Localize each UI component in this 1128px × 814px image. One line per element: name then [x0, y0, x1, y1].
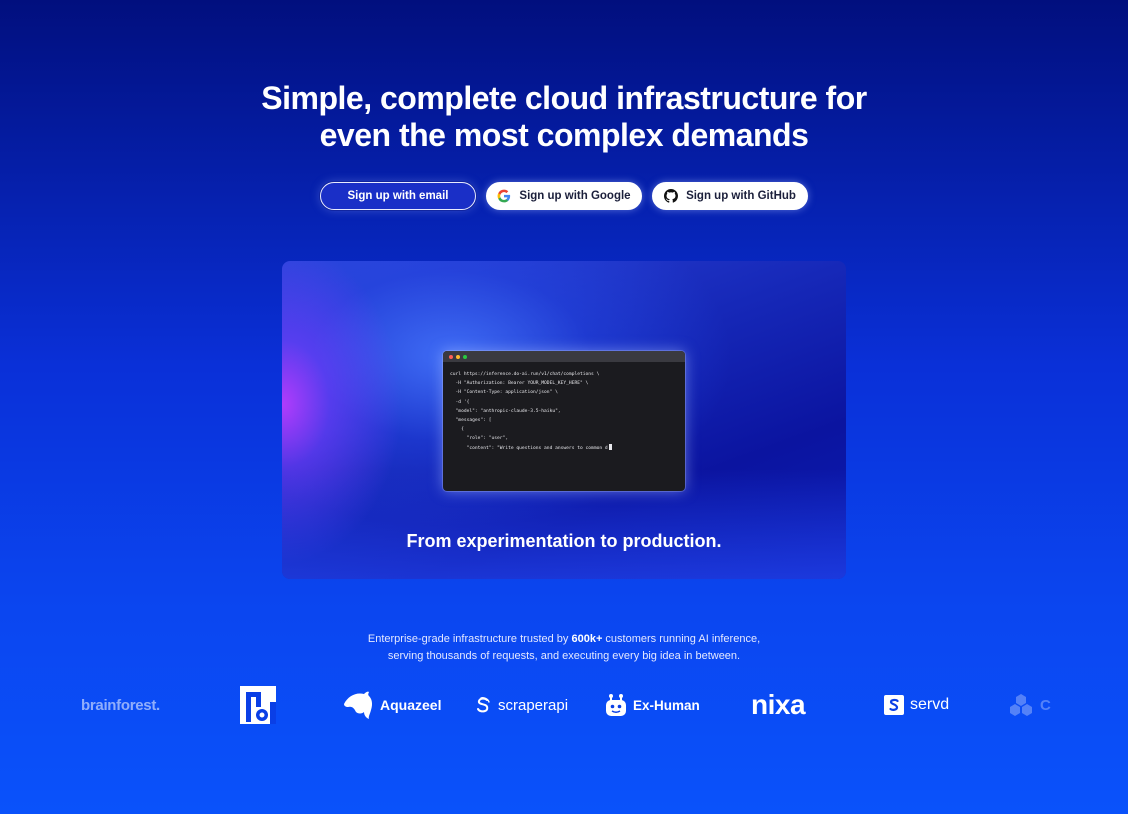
showcase-card: curl https://inference.do-ai.run/v1/chat… [282, 261, 846, 579]
logo-faded-text: C [1040, 696, 1051, 714]
signup-email-label: Sign up with email [347, 190, 449, 202]
hero-title-line1: Simple, complete cloud infrastructure fo… [261, 80, 867, 116]
hexagon-cluster-icon [1010, 694, 1032, 716]
code-line: "model": "anthropic-claude-3.5-haiku", [450, 408, 561, 414]
robot-icon [606, 694, 626, 716]
window-close-dot [449, 354, 453, 359]
code-line: -H "Content-Type: application/json" \ [450, 390, 558, 396]
code-line: { [450, 427, 464, 433]
dolphin-icon [344, 691, 373, 719]
customer-logos: brainforest. Aquazeel scraperapi Ex-Huma… [0, 682, 1128, 728]
terminal-title-bar [443, 351, 685, 362]
nb-logo-icon [240, 686, 276, 724]
code-line: -H "Authorization: Bearer YOUR_MODEL_KEY… [450, 381, 589, 387]
window-maximize-dot [463, 354, 467, 359]
trust-line1-suffix: customers running AI inference, [602, 633, 761, 645]
logo-nixa-text: nixa [751, 689, 806, 720]
trust-line1: Enterprise-grade infrastructure trusted … [0, 631, 1128, 648]
logo-aquazeel: Aquazeel [342, 682, 441, 728]
signup-buttons: Sign up with email Sign up with Google S… [0, 182, 1128, 210]
code-line: "content": "Write questions and answers … [450, 445, 608, 451]
logo-servd-text: servd [910, 696, 950, 713]
code-line-last: "content": "Write questions and answers … [450, 443, 685, 453]
logo-aquazeel-text: Aquazeel [380, 697, 442, 713]
code-line: curl https://inference.do-ai.run/v1/chat… [450, 372, 600, 377]
hero-title: Simple, complete cloud infrastructure fo… [0, 80, 1128, 154]
google-icon [497, 189, 511, 203]
signup-google-button[interactable]: Sign up with Google [486, 182, 642, 210]
github-icon [664, 189, 679, 203]
logo-brainforest: brainforest. [81, 682, 160, 728]
logo-scraperapi-text: scraperapi [498, 696, 569, 714]
servd-icon [884, 695, 904, 715]
signup-google-label: Sign up with Google [519, 190, 631, 202]
code-line: "messages": [ [450, 418, 492, 424]
trust-line2: serving thousands of requests, and execu… [387, 649, 741, 662]
signup-github-label: Sign up with GitHub [686, 190, 796, 202]
hero-title-line2: even the most complex demands [319, 117, 809, 153]
logo-faded: C [1008, 682, 1051, 728]
scraperapi-icon [477, 697, 490, 713]
code-line: -d '{ [450, 399, 470, 405]
logo-brainforest-text: brainforest. [81, 696, 160, 714]
trust-statement: Enterprise-grade infrastructure trusted … [0, 631, 1128, 664]
window-minimize-dot [456, 354, 460, 359]
logo-nb [240, 682, 280, 728]
terminal-window: curl https://inference.do-ai.run/v1/chat… [443, 351, 685, 491]
showcase-caption: From experimentation to production. [406, 531, 722, 551]
terminal-code: curl https://inference.do-ai.run/v1/chat… [443, 362, 685, 453]
text-cursor [608, 443, 612, 450]
logo-exhuman: Ex-Human [605, 682, 700, 728]
customer-count: 600k+ [571, 633, 603, 645]
logo-servd: servd [884, 682, 949, 728]
logo-nixa: nixa [751, 682, 806, 728]
trust-line1-prefix: Enterprise-grade infrastructure trusted … [367, 633, 572, 645]
code-line: "role": "user", [450, 436, 509, 442]
signup-github-button[interactable]: Sign up with GitHub [652, 182, 808, 210]
logo-scraperapi: scraperapi [474, 682, 568, 728]
logo-exhuman-text: Ex-Human [633, 697, 700, 713]
signup-email-button[interactable]: Sign up with email [320, 182, 476, 210]
